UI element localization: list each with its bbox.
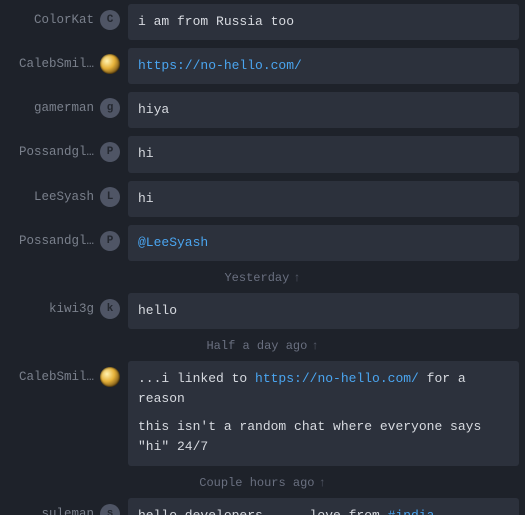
- time-divider: Couple hours ago ↑: [0, 470, 525, 494]
- message-line: https://no-hello.com/: [138, 56, 509, 76]
- message-line: @LeeSyash: [138, 233, 509, 253]
- username-label[interactable]: ColorKat: [34, 13, 94, 27]
- message-row: gamerman g hiya: [0, 88, 525, 132]
- message-bubble: hello developers..... love from #india@k…: [128, 498, 519, 515]
- arrow-up-icon: ↑: [293, 271, 300, 285]
- message-text: i am from Russia too: [138, 14, 294, 29]
- message-author-block: Possandgl… P: [0, 225, 128, 251]
- message-text: hello: [138, 303, 177, 318]
- avatar[interactable]: g: [100, 98, 120, 118]
- username-label[interactable]: CalebSmil…: [19, 57, 94, 71]
- message-author-block: LeeSyash L: [0, 181, 128, 207]
- message-text: hiya: [138, 102, 169, 117]
- avatar[interactable]: C: [100, 10, 120, 30]
- time-divider-label: Couple hours ago: [199, 476, 314, 490]
- message-text: this isn't a random chat where everyone …: [138, 419, 481, 454]
- message-text: hi: [138, 191, 154, 206]
- time-divider-label: Yesterday: [224, 271, 289, 285]
- message-bubble: hi: [128, 136, 519, 172]
- avatar[interactable]: L: [100, 187, 120, 207]
- message-line: ...i linked to https://no-hello.com/ for…: [138, 369, 509, 409]
- message-line: hi: [138, 144, 509, 164]
- message-text: hello developers..... love from: [138, 508, 388, 515]
- message-line: this isn't a random chat where everyone …: [138, 417, 509, 457]
- message-row: Possandgl… P @LeeSyash: [0, 221, 525, 265]
- username-label[interactable]: LeeSyash: [34, 190, 94, 204]
- time-divider: Half a day ago ↑: [0, 333, 525, 357]
- message-text: hi: [138, 146, 154, 161]
- avatar[interactable]: P: [100, 142, 120, 162]
- time-divider-label: Half a day ago: [206, 339, 307, 353]
- message-bubble: hi: [128, 181, 519, 217]
- message-row: ColorKat Ci am from Russia too: [0, 0, 525, 44]
- message-row: CalebSmil… ...i linked to https://no-hell…: [0, 357, 525, 470]
- message-bubble: @LeeSyash: [128, 225, 519, 261]
- message-line: hi: [138, 189, 509, 209]
- message-author-block: gamerman g: [0, 92, 128, 118]
- message-row: kiwi3g k hello: [0, 289, 525, 333]
- message-line: hiya: [138, 100, 509, 120]
- message-text: ...i linked to: [138, 371, 255, 386]
- message-author-block: Possandgl… P: [0, 136, 128, 162]
- message-line: i am from Russia too: [138, 12, 509, 32]
- message-row: Possandgl… Phi: [0, 132, 525, 176]
- hashtag[interactable]: #india: [388, 508, 435, 515]
- avatar[interactable]: P: [100, 231, 120, 251]
- username-label[interactable]: gamerman: [34, 101, 94, 115]
- message-author-block: kiwi3g k: [0, 293, 128, 319]
- avatar[interactable]: [100, 54, 120, 74]
- username-label[interactable]: suleman: [41, 507, 94, 515]
- message-row: suleman s hello developers..... love from …: [0, 494, 525, 515]
- message-row: LeeSyash Lhi: [0, 177, 525, 221]
- arrow-up-icon: ↑: [311, 339, 318, 353]
- time-divider: Yesterday ↑: [0, 265, 525, 289]
- message-bubble: ...i linked to https://no-hello.com/ for…: [128, 361, 519, 466]
- message-bubble: hello: [128, 293, 519, 329]
- username-label[interactable]: CalebSmil…: [19, 370, 94, 384]
- avatar[interactable]: s: [100, 504, 120, 515]
- link[interactable]: https://no-hello.com/: [138, 58, 302, 73]
- arrow-up-icon: ↑: [319, 476, 326, 490]
- message-line: hello developers..... love from #india: [138, 506, 509, 515]
- link[interactable]: https://no-hello.com/: [255, 371, 419, 386]
- message-bubble: i am from Russia too: [128, 4, 519, 40]
- message-bubble: https://no-hello.com/: [128, 48, 519, 84]
- chat-log: ColorKat Ci am from Russia too CalebSmil… h…: [0, 0, 525, 515]
- username-label[interactable]: Possandgl…: [19, 145, 94, 159]
- message-author-block: ColorKat C: [0, 4, 128, 30]
- message-author-block: CalebSmil…: [0, 48, 128, 74]
- message-author-block: CalebSmil…: [0, 361, 128, 387]
- avatar[interactable]: k: [100, 299, 120, 319]
- username-label[interactable]: kiwi3g: [49, 302, 94, 316]
- mention[interactable]: @LeeSyash: [138, 235, 208, 250]
- message-line: hello: [138, 301, 509, 321]
- username-label[interactable]: Possandgl…: [19, 234, 94, 248]
- message-author-block: suleman s: [0, 498, 128, 515]
- message-row: CalebSmil… https://no-hello.com/: [0, 44, 525, 88]
- message-bubble: hiya: [128, 92, 519, 128]
- avatar[interactable]: [100, 367, 120, 387]
